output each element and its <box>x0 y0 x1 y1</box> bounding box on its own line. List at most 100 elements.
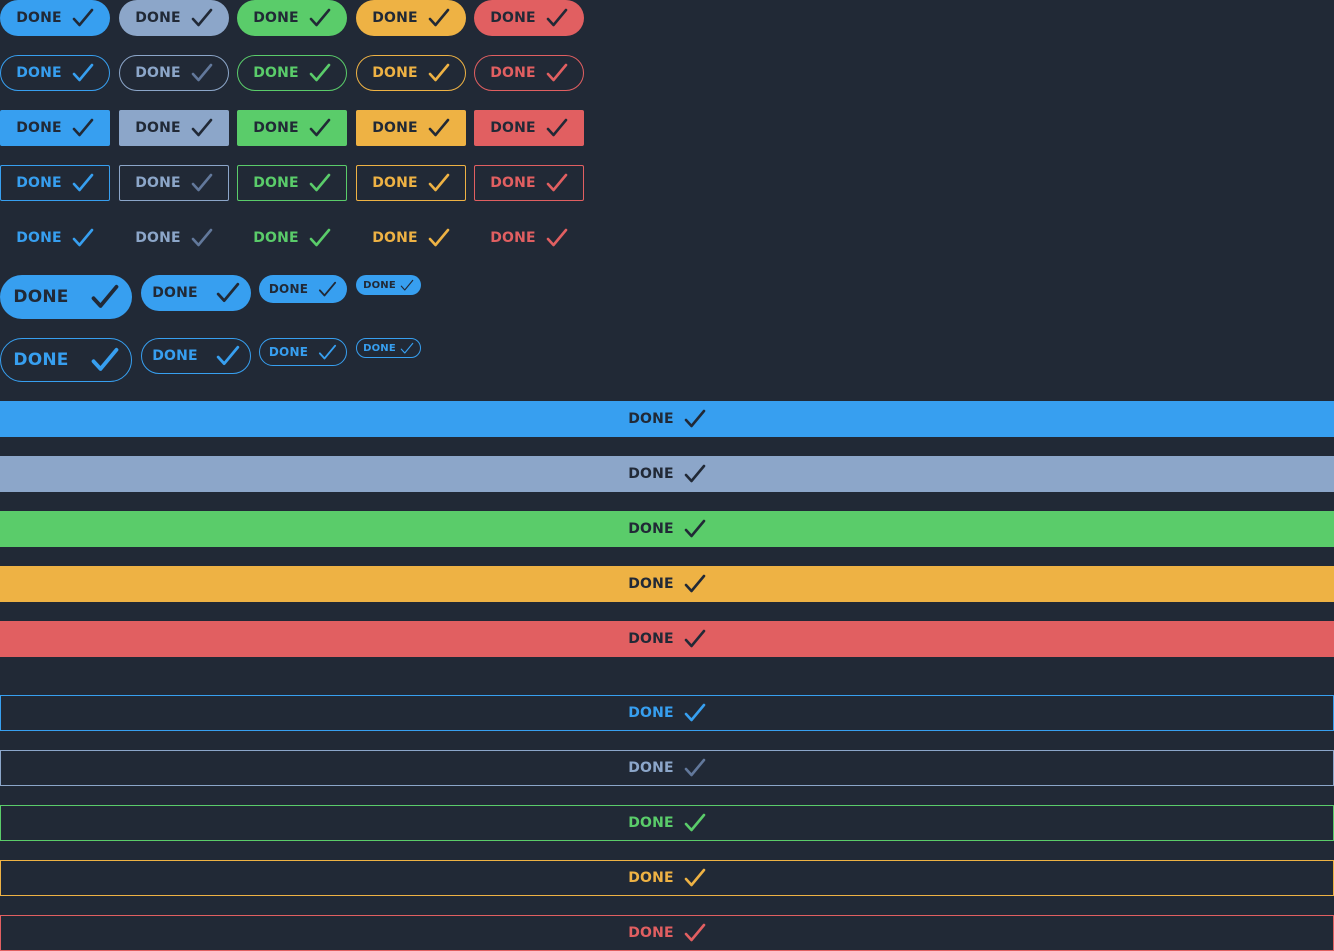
check-icon <box>72 8 94 27</box>
button-label: DONE <box>363 342 396 354</box>
button-label: DONE <box>363 279 396 291</box>
check-icon <box>191 228 213 247</box>
button-label: DONE <box>490 175 536 191</box>
check-icon <box>309 63 331 82</box>
done-button-outline-size-sm[interactable]: DONE <box>356 338 421 358</box>
done-button-filled-pill-yellow[interactable]: DONE <box>356 0 466 36</box>
check-icon <box>309 173 331 192</box>
button-label: DONE <box>253 65 299 81</box>
done-button-block-outline-yellow[interactable]: DONE <box>0 860 1334 896</box>
done-button-block-filled-green[interactable]: DONE <box>0 511 1334 547</box>
button-label: DONE <box>16 230 62 246</box>
done-button-text-none-green[interactable]: DONE <box>237 220 347 256</box>
done-button-block-outline-blue[interactable]: DONE <box>0 695 1334 731</box>
check-icon <box>684 464 706 483</box>
button-label: DONE <box>628 466 674 482</box>
button-label: DONE <box>372 10 418 26</box>
button-label: DONE <box>268 282 309 296</box>
check-icon <box>400 279 414 291</box>
done-button-block-outline-green[interactable]: DONE <box>0 805 1334 841</box>
check-icon <box>319 344 337 359</box>
check-icon <box>428 173 450 192</box>
done-button-block-filled-gray[interactable]: DONE <box>0 456 1334 492</box>
check-icon <box>309 118 331 137</box>
done-button-filled-pill-red[interactable]: DONE <box>474 0 584 36</box>
check-icon <box>91 347 118 371</box>
button-label: DONE <box>490 120 536 136</box>
done-button-filled-square-red[interactable]: DONE <box>474 110 584 146</box>
check-icon <box>684 813 706 832</box>
check-icon <box>684 923 706 942</box>
done-button-text-none-red[interactable]: DONE <box>474 220 584 256</box>
done-button-filled-square-gray[interactable]: DONE <box>119 110 229 146</box>
button-label: DONE <box>135 120 181 136</box>
done-button-outline-square-yellow[interactable]: DONE <box>356 165 466 201</box>
button-label: DONE <box>372 65 418 81</box>
done-button-text-none-gray[interactable]: DONE <box>119 220 229 256</box>
done-button-outline-pill-yellow[interactable]: DONE <box>356 55 466 91</box>
check-icon <box>319 281 337 296</box>
button-label: DONE <box>268 345 309 359</box>
button-label: DONE <box>628 521 674 537</box>
check-icon <box>309 228 331 247</box>
check-icon <box>546 8 568 27</box>
done-button-filled-square-blue[interactable]: DONE <box>0 110 110 146</box>
button-label: DONE <box>13 287 69 307</box>
check-icon <box>546 173 568 192</box>
check-icon <box>684 758 706 777</box>
check-icon <box>546 63 568 82</box>
button-label: DONE <box>16 120 62 136</box>
button-label: DONE <box>372 230 418 246</box>
done-button-outline-size-xl[interactable]: DONE <box>0 338 132 382</box>
check-icon <box>72 118 94 137</box>
done-button-outline-pill-green[interactable]: DONE <box>237 55 347 91</box>
done-button-outline-size-md[interactable]: DONE <box>259 338 347 366</box>
done-button-filled-pill-green[interactable]: DONE <box>237 0 347 36</box>
button-label: DONE <box>253 230 299 246</box>
done-button-filled-size-md[interactable]: DONE <box>259 275 347 303</box>
check-icon <box>91 284 118 308</box>
button-label: DONE <box>135 65 181 81</box>
done-button-block-outline-red[interactable]: DONE <box>0 915 1334 951</box>
check-icon <box>191 63 213 82</box>
button-label: DONE <box>253 175 299 191</box>
check-icon <box>191 8 213 27</box>
done-button-block-filled-red[interactable]: DONE <box>0 621 1334 657</box>
check-icon <box>546 228 568 247</box>
done-button-filled-pill-blue[interactable]: DONE <box>0 0 110 36</box>
done-button-filled-square-green[interactable]: DONE <box>237 110 347 146</box>
button-label: DONE <box>628 760 674 776</box>
done-button-outline-square-red[interactable]: DONE <box>474 165 584 201</box>
done-button-block-filled-yellow[interactable]: DONE <box>0 566 1334 602</box>
done-button-outline-pill-blue[interactable]: DONE <box>0 55 110 91</box>
done-button-outline-square-blue[interactable]: DONE <box>0 165 110 201</box>
button-label: DONE <box>628 925 674 941</box>
check-icon <box>684 703 706 722</box>
done-button-filled-size-lg[interactable]: DONE <box>141 275 251 311</box>
done-button-outline-square-green[interactable]: DONE <box>237 165 347 201</box>
done-button-outline-pill-gray[interactable]: DONE <box>119 55 229 91</box>
check-icon <box>684 868 706 887</box>
done-button-outline-pill-red[interactable]: DONE <box>474 55 584 91</box>
button-label: DONE <box>135 175 181 191</box>
button-label: DONE <box>253 120 299 136</box>
button-label: DONE <box>628 705 674 721</box>
check-icon <box>309 8 331 27</box>
done-button-filled-size-sm[interactable]: DONE <box>356 275 421 295</box>
done-button-filled-pill-gray[interactable]: DONE <box>119 0 229 36</box>
check-icon <box>546 118 568 137</box>
check-icon <box>684 519 706 538</box>
done-button-outline-size-lg[interactable]: DONE <box>141 338 251 374</box>
button-label: DONE <box>13 350 69 370</box>
done-button-text-none-yellow[interactable]: DONE <box>356 220 466 256</box>
done-button-block-outline-gray[interactable]: DONE <box>0 750 1334 786</box>
check-icon <box>428 63 450 82</box>
done-button-outline-square-gray[interactable]: DONE <box>119 165 229 201</box>
done-button-block-filled-blue[interactable]: DONE <box>0 401 1334 437</box>
button-label: DONE <box>372 175 418 191</box>
done-button-filled-size-xl[interactable]: DONE <box>0 275 132 319</box>
check-icon <box>428 118 450 137</box>
check-icon <box>72 228 94 247</box>
done-button-text-none-blue[interactable]: DONE <box>0 220 110 256</box>
done-button-filled-square-yellow[interactable]: DONE <box>356 110 466 146</box>
